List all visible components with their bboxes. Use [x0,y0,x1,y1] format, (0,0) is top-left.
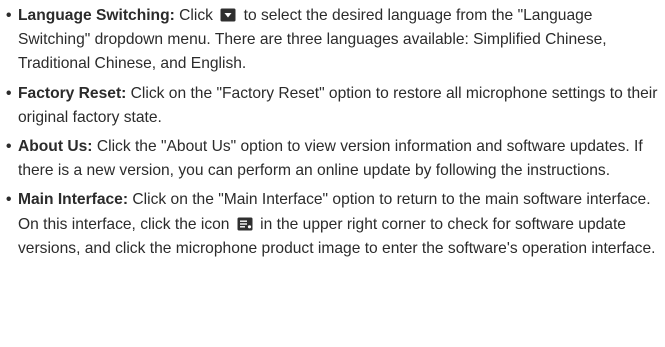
bullet: • [6,7,12,24]
item-term: About Us: [18,138,93,156]
item-text: Click the "About Us" option to view vers… [18,138,643,180]
bullet: • [6,191,12,209]
dropdown-square-icon [220,8,236,22]
item-term: Main Interface: [18,191,129,209]
bullet: • [6,84,12,102]
update-list-icon [237,217,253,231]
item-term: Factory Reset: [18,84,127,102]
list-item-factory-reset: • Factory Reset: Click on the "Factory R… [6,82,661,130]
manual-section: • Language Switching: Click to select th… [0,0,665,261]
item-text: Click [179,7,213,24]
bullet: • [6,138,12,156]
list-item-about-us: • About Us: Click the "About Us" option … [6,135,661,183]
item-term: Language Switching: [18,7,175,24]
list-item-language-switching: • Language Switching: Click to select th… [6,4,661,77]
list-item-main-interface: • Main Interface: Click on the "Main Int… [6,188,661,261]
